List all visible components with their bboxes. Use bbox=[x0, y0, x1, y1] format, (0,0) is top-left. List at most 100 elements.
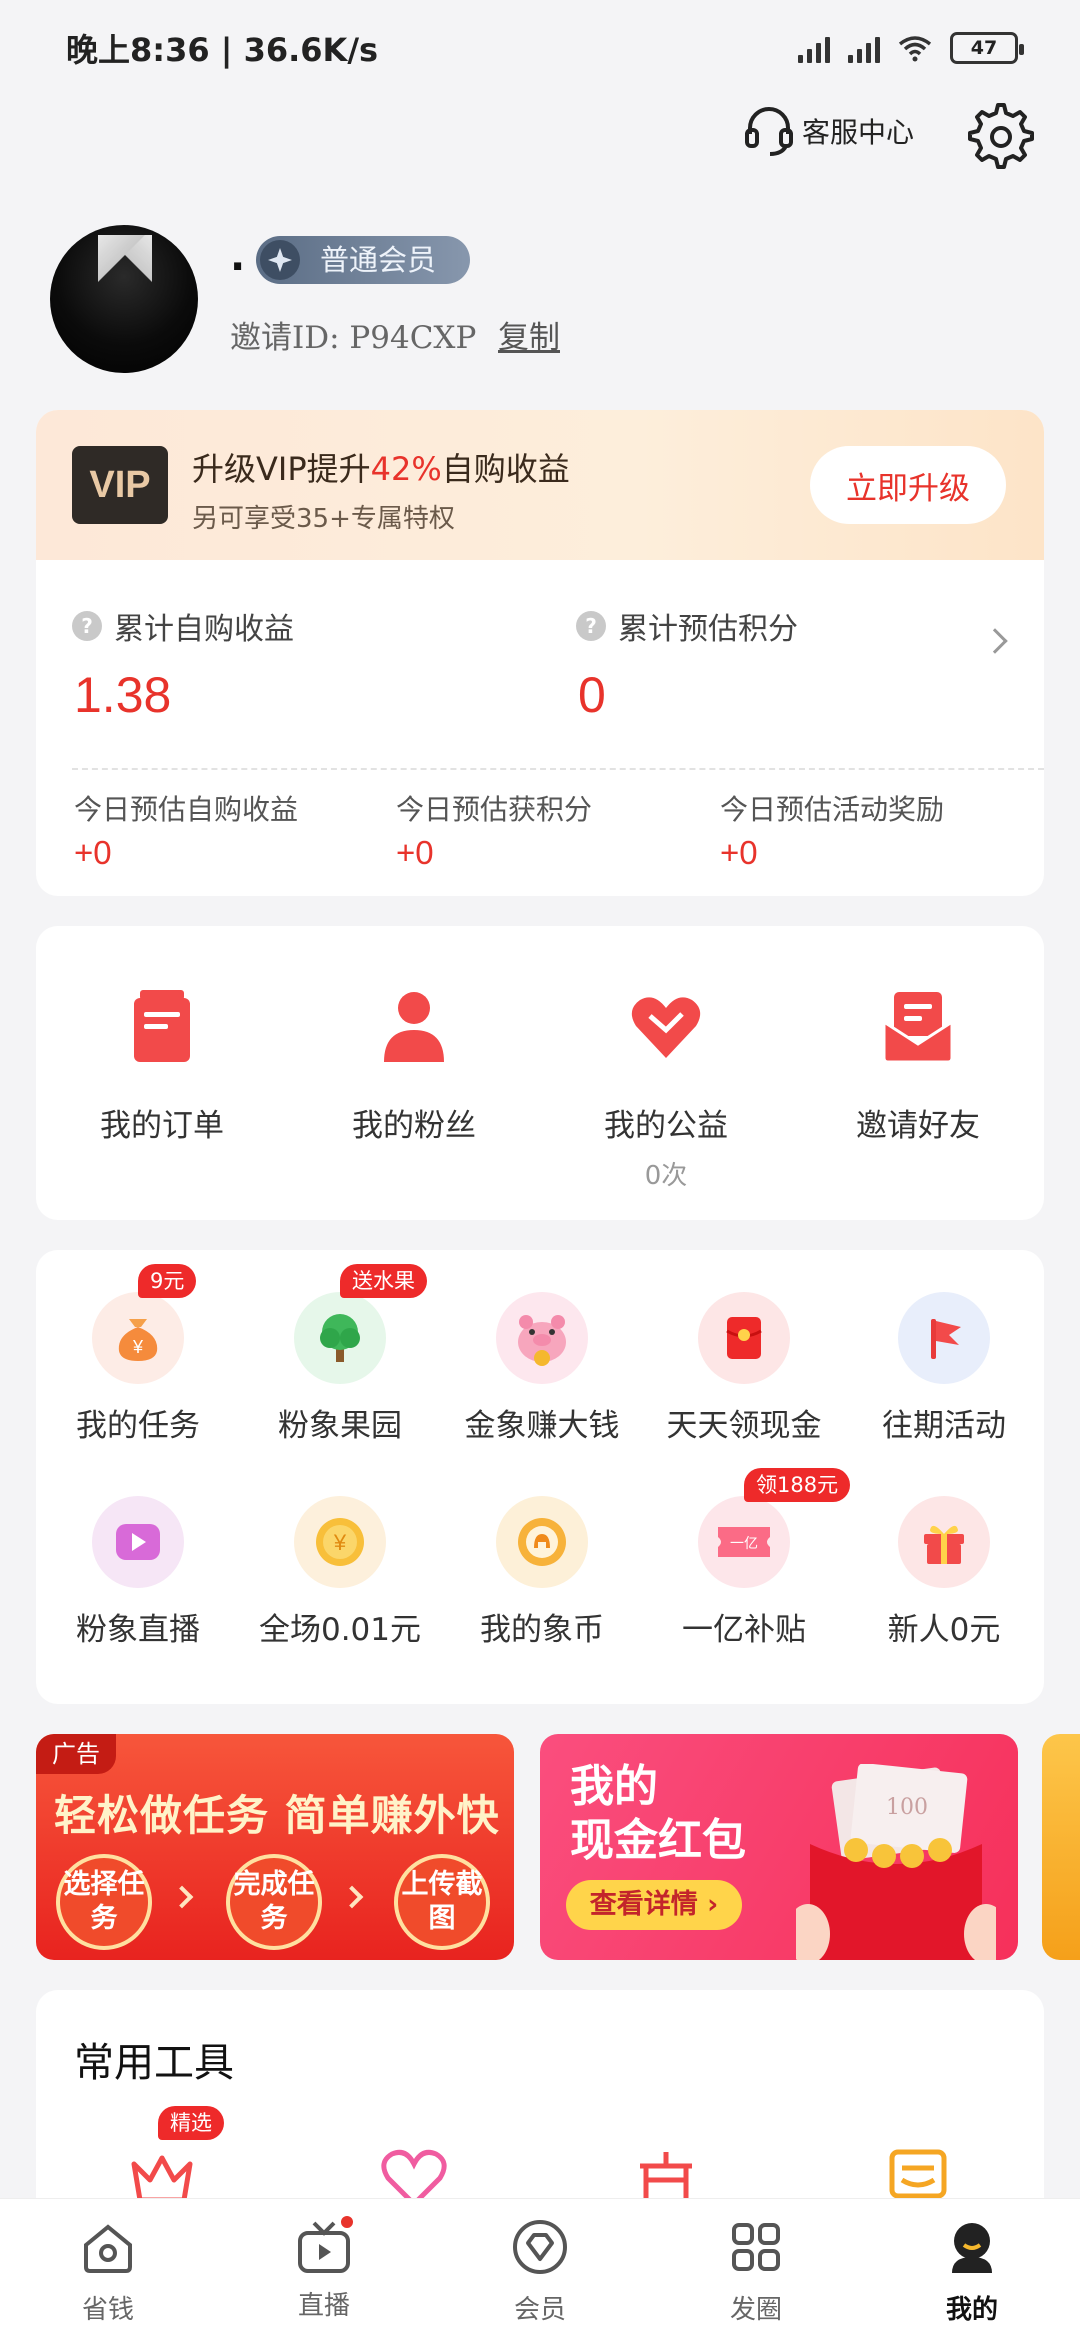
cash-red-packet-banner[interactable]: 我的 现金红包 查看详情 › 100 bbox=[540, 1734, 1018, 1960]
vip-upgrade-banner[interactable]: VIP 升级VIP提升42%自购收益 另可享受35+专属特权 立即升级 bbox=[36, 410, 1044, 560]
svg-text:¥: ¥ bbox=[333, 1530, 347, 1555]
feature-grid-card: ¥ 9元 我的任务 送水果 粉象果园 金象赚大钱 天天领现金 往期活动 粉象直播… bbox=[36, 1250, 1044, 1704]
nickname: . bbox=[230, 234, 246, 280]
money-bag-icon: ¥ 9元 bbox=[92, 1264, 197, 1384]
my-coins-button[interactable]: 我的象币 bbox=[442, 1496, 642, 1649]
step-upload-screenshot: 上传截图 bbox=[394, 1854, 490, 1950]
copy-invite-button[interactable]: 复制 bbox=[498, 312, 560, 357]
step-complete-task: 完成任务 bbox=[226, 1854, 322, 1950]
featured-tag: 精选 bbox=[158, 2106, 224, 2140]
status-icons: 47 bbox=[798, 32, 1024, 64]
avatar[interactable] bbox=[50, 225, 198, 373]
page: 晚上8:36 | 36.6K/s 47 客服中心 . 普通会员 邀请ID: P9… bbox=[0, 0, 1080, 2340]
charity-heart-icon bbox=[631, 997, 701, 1058]
customer-service-label: 客服中心 bbox=[802, 116, 915, 149]
red-packet-icon bbox=[698, 1292, 790, 1384]
one-cent-deals-button[interactable]: ¥ 全场0.01元 bbox=[240, 1496, 440, 1649]
bottom-tab-bar: 省钱 直播 会员 发圈 我的 bbox=[0, 2198, 1080, 2340]
tv-icon bbox=[294, 2213, 356, 2277]
hd-signal-icon bbox=[848, 33, 880, 63]
my-orders-button[interactable]: 我的订单 bbox=[36, 986, 288, 1145]
pig-icon bbox=[496, 1292, 588, 1384]
golden-elephant-button[interactable]: 金象赚大钱 bbox=[442, 1292, 642, 1445]
earnings-card: VIP 升级VIP提升42%自购收益 另可享受35+专属特权 立即升级 ? 累计自… bbox=[36, 410, 1044, 896]
invite-id: 邀请ID: P94CXP bbox=[230, 320, 477, 356]
my-charity-button[interactable]: 我的公益 0次 bbox=[540, 986, 792, 1192]
note-value: 100 bbox=[886, 1795, 928, 1820]
chevron-right-icon[interactable] bbox=[982, 628, 1008, 654]
my-tasks-button[interactable]: ¥ 9元 我的任务 bbox=[38, 1264, 238, 1445]
cash-banner-title: 我的 现金红包 bbox=[570, 1761, 746, 1866]
coupon-icon-text: 一亿 bbox=[730, 1536, 758, 1552]
subsidy-button[interactable]: 一亿 领188元 一亿补贴 bbox=[644, 1468, 851, 1649]
total-self-purchase-label[interactable]: ? 累计自购收益 bbox=[72, 604, 294, 648]
subsidy-tag: 领188元 bbox=[744, 1468, 851, 1502]
tree-icon: 送水果 bbox=[294, 1264, 427, 1384]
customer-service-button[interactable]: 客服中心 bbox=[742, 104, 914, 158]
view-details-button[interactable]: 查看详情 › bbox=[566, 1880, 742, 1930]
elephant-coin-icon bbox=[496, 1496, 588, 1588]
signal-icon bbox=[798, 33, 830, 63]
chevron-right-icon bbox=[340, 1885, 364, 1909]
vip-title: 升级VIP提升42%自购收益 bbox=[192, 450, 570, 488]
member-star-icon bbox=[260, 240, 300, 280]
common-tools-title: 常用工具 bbox=[74, 2040, 234, 2086]
daily-cash-button[interactable]: 天天领现金 bbox=[644, 1292, 844, 1445]
today-self-purchase-value: +0 bbox=[74, 834, 112, 871]
past-events-button[interactable]: 往期活动 bbox=[844, 1292, 1044, 1445]
live-stream-button[interactable]: 粉象直播 bbox=[38, 1496, 238, 1649]
gear-icon[interactable] bbox=[966, 102, 1036, 172]
live-play-icon bbox=[92, 1496, 184, 1588]
svg-text:¥: ¥ bbox=[132, 1337, 144, 1357]
red-envelope-icon: 100 bbox=[796, 1764, 996, 1960]
member-level-label: 普通会员 bbox=[320, 243, 437, 277]
profile-icon bbox=[952, 2223, 992, 2273]
today-points-label: 今日预估获积分 bbox=[396, 793, 593, 826]
charity-count: 0次 bbox=[644, 1161, 688, 1191]
battery-level: 47 bbox=[970, 37, 998, 59]
tab-mine[interactable]: 我的 bbox=[864, 2199, 1080, 2340]
task-banner-title: 轻松做任务 简单赚外快 bbox=[54, 1791, 500, 1840]
member-level-badge[interactable]: 普通会员 bbox=[256, 236, 471, 284]
wifi-icon bbox=[898, 36, 932, 62]
upgrade-now-button[interactable]: 立即升级 bbox=[810, 446, 1006, 524]
status-bar: 晚上8:36 | 36.6K/s 47 bbox=[0, 0, 1080, 96]
tab-moments[interactable]: 发圈 bbox=[648, 2199, 864, 2340]
total-points-value: 0 bbox=[578, 667, 606, 723]
flag-icon bbox=[898, 1292, 990, 1384]
quick-actions-card: 我的订单 我的粉丝 我的公益 0次 邀请好友 bbox=[36, 926, 1044, 1220]
help-icon: ? bbox=[72, 611, 102, 641]
my-fans-button[interactable]: 我的粉丝 bbox=[288, 986, 540, 1145]
vip-logo: VIP bbox=[72, 446, 168, 524]
tab-member[interactable]: 会员 bbox=[432, 2199, 648, 2340]
today-activity-reward-value: +0 bbox=[720, 834, 758, 871]
fans-icon bbox=[384, 992, 444, 1062]
next-banner-peek[interactable] bbox=[1042, 1734, 1080, 1960]
live-notification-dot bbox=[338, 2213, 356, 2231]
order-icon bbox=[134, 990, 190, 1062]
coupon-icon: 一亿 领188元 bbox=[698, 1468, 851, 1588]
diamond-icon bbox=[513, 2220, 567, 2274]
home-icon bbox=[84, 2224, 132, 2273]
gift-icon bbox=[898, 1496, 990, 1588]
task-ad-banner[interactable]: 广告 轻松做任务 简单赚外快 选择任务 完成任务 上传截图 bbox=[36, 1734, 514, 1960]
total-self-purchase-value: 1.38 bbox=[74, 667, 172, 723]
tab-save-money[interactable]: 省钱 bbox=[0, 2199, 216, 2340]
task-reward-tag: 9元 bbox=[138, 1264, 197, 1298]
invite-friends-button[interactable]: 邀请好友 bbox=[792, 986, 1044, 1145]
total-points-label[interactable]: ? 累计预估积分 bbox=[576, 604, 798, 648]
today-self-purchase-label: 今日预估自购收益 bbox=[74, 793, 299, 826]
headset-icon bbox=[745, 107, 793, 156]
today-activity-reward-label: 今日预估活动奖励 bbox=[720, 793, 945, 826]
today-points-value: +0 bbox=[396, 834, 434, 871]
divider bbox=[72, 768, 1044, 770]
battery-icon: 47 bbox=[950, 32, 1024, 64]
grid-icon bbox=[732, 2223, 780, 2271]
yen-coin-icon: ¥ bbox=[294, 1496, 386, 1588]
orchard-button[interactable]: 送水果 粉象果园 bbox=[240, 1264, 440, 1445]
newcomer-free-button[interactable]: 新人0元 bbox=[844, 1496, 1044, 1649]
orchard-tag: 送水果 bbox=[340, 1264, 427, 1298]
tab-live[interactable]: 直播 bbox=[216, 2199, 432, 2340]
step-choose-task: 选择任务 bbox=[56, 1854, 152, 1950]
vip-subtitle: 另可享受35+专属特权 bbox=[192, 504, 455, 534]
